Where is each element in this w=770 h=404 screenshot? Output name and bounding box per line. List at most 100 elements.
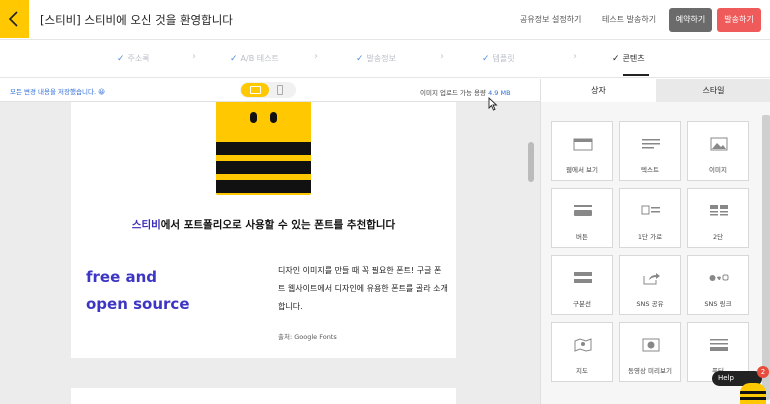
step-navigation: ✓ 주소록 › ✓ A/B 테스트 › ✓ 발송정보 › ✓ 템플릿 › ✓ 콘텐츠 [0, 40, 770, 78]
mouse-cursor-icon [488, 97, 498, 111]
two-column-icon [710, 205, 728, 216]
check-icon: ✓ [612, 54, 620, 64]
email-next-block[interactable] [71, 388, 456, 404]
tab-style[interactable]: 스타일 [656, 79, 770, 102]
step-label: 템플릿 [492, 54, 515, 63]
headline-brand: 스티비 [131, 219, 161, 231]
source-text[interactable]: 출처: Google Fonts [278, 331, 337, 341]
autosave-text: 모든 변경 내용을 저장했습니다. [10, 88, 97, 96]
block-panel: 상자 스타일 웹에서 보기 텍스트 이미지 버튼 1단 가로 2단 구분선 SN… [540, 79, 770, 404]
smile-icon: 😀 [98, 88, 105, 96]
block-divider[interactable]: 구분선 [551, 255, 613, 315]
step-label: 콘텐츠 [622, 54, 645, 63]
block-label: 버튼 [576, 233, 588, 241]
block-text[interactable]: 텍스트 [619, 121, 681, 181]
check-icon: ✓ [117, 54, 125, 64]
test-send-link[interactable]: 테스트 발송하기 [602, 14, 656, 25]
sns-link-icon [709, 274, 729, 281]
share-icon [643, 273, 660, 285]
step-address-book[interactable]: ✓ 주소록 [117, 53, 150, 64]
chevron-right-icon: › [573, 51, 577, 62]
monitor-icon [250, 86, 261, 94]
step-ab-test[interactable]: ✓ A/B 테스트 [230, 53, 279, 64]
image-icon [710, 137, 728, 151]
bee-eye [270, 112, 277, 123]
description-text[interactable]: 디자인 이미지를 만들 때 꼭 필요한 폰트! 구글 폰트 웹사이트에서 디자인… [278, 262, 448, 316]
video-icon [642, 338, 660, 352]
panel-tabs: 상자 스타일 [541, 79, 770, 102]
footer-icon [710, 339, 728, 351]
button-icon [574, 205, 592, 216]
bee-stripe [216, 142, 311, 155]
heading-line: open source [86, 295, 190, 313]
canvas-scrollbar[interactable] [528, 142, 534, 182]
email-body[interactable]: 스티비에서 포트폴리오로 사용할 수 있는 폰트를 추천합니다 free and… [71, 102, 456, 358]
page-title: [스티비] 스티비에 오신 것을 환영합니다 [40, 13, 233, 27]
chevron-right-icon: › [440, 51, 444, 62]
bee-mascot-icon[interactable] [740, 383, 766, 404]
block-label: 1단 가로 [637, 233, 663, 241]
device-toggle[interactable] [240, 82, 296, 98]
block-label: 지도 [576, 367, 588, 375]
block-label: 동영상 미리보기 [628, 367, 672, 375]
webview-icon [573, 138, 593, 151]
upload-quota: 이미지 업로드 가능 용량 4.9 MB [420, 87, 511, 97]
mobile-view-icon[interactable] [277, 85, 283, 95]
text-icon [642, 139, 660, 149]
editor-toolbar: 모든 변경 내용을 저장했습니다. 😀 이미지 업로드 가능 용량 4.9 MB [0, 79, 540, 102]
heading-line: free and [86, 268, 158, 286]
quota-label: 이미지 업로드 가능 용량 [420, 89, 486, 97]
content-headline[interactable]: 스티비에서 포트폴리오로 사용할 수 있는 폰트를 추천합니다 [71, 217, 456, 232]
free-open-source-heading[interactable]: free and open source [86, 264, 190, 318]
top-bar: [스티비] 스티비에 오신 것을 환영합니다 공유정보 설정하기 테스트 발송하… [0, 0, 770, 40]
check-icon: ✓ [356, 54, 364, 64]
step-label: A/B 테스트 [240, 54, 279, 63]
notification-badge: 2 [757, 366, 769, 378]
chevron-left-icon [8, 11, 18, 27]
step-send-info[interactable]: ✓ 발송정보 [356, 53, 396, 64]
bee-stripe [740, 397, 766, 400]
bee-stripe [740, 391, 766, 394]
block-video[interactable]: 동영상 미리보기 [619, 322, 681, 382]
block-label: 구분선 [573, 300, 591, 308]
schedule-button[interactable]: 예약하기 [669, 8, 712, 32]
chevron-right-icon: › [192, 51, 196, 62]
block-sns-link[interactable]: SNS 링크 [687, 255, 749, 315]
step-template[interactable]: ✓ 템플릿 [482, 53, 515, 64]
panel-scrollbar[interactable] [762, 115, 770, 400]
active-step-indicator [623, 74, 649, 76]
desktop-view-button[interactable] [241, 83, 269, 97]
step-content[interactable]: ✓ 콘텐츠 [612, 53, 645, 64]
image-text-icon [641, 205, 660, 215]
quota-value: 4.9 MB [488, 89, 511, 97]
block-image[interactable]: 이미지 [687, 121, 749, 181]
map-icon [574, 338, 592, 352]
check-icon: ✓ [482, 54, 490, 64]
block-two-column[interactable]: 2단 [687, 188, 749, 248]
block-label: SNS 공유 [636, 300, 664, 308]
block-label: 웹에서 보기 [566, 166, 598, 174]
bee-eye [250, 112, 257, 123]
bee-stripe [216, 161, 311, 174]
bee-stripe [216, 180, 311, 193]
block-label: 텍스트 [641, 166, 659, 174]
block-webview[interactable]: 웹에서 보기 [551, 121, 613, 181]
share-settings-link[interactable]: 공유정보 설정하기 [520, 14, 581, 25]
send-button[interactable]: 발송하기 [717, 8, 761, 32]
headline-text: 에서 포트폴리오로 사용할 수 있는 폰트를 추천합니다 [160, 219, 396, 231]
block-sns-share[interactable]: SNS 공유 [619, 255, 681, 315]
step-label: 발송정보 [366, 54, 396, 63]
tab-blocks[interactable]: 상자 [541, 79, 656, 102]
check-icon: ✓ [230, 54, 238, 64]
block-map[interactable]: 지도 [551, 322, 613, 382]
divider-icon [574, 272, 592, 283]
autosave-status: 모든 변경 내용을 저장했습니다. 😀 [10, 86, 105, 96]
block-button[interactable]: 버튼 [551, 188, 613, 248]
chevron-right-icon: › [314, 51, 318, 62]
block-image-text[interactable]: 1단 가로 [619, 188, 681, 248]
block-label: 2단 [712, 233, 724, 241]
back-button[interactable] [0, 0, 29, 38]
block-label: SNS 링크 [704, 300, 732, 308]
email-canvas[interactable]: 스티비에서 포트폴리오로 사용할 수 있는 폰트를 추천합니다 free and… [0, 102, 540, 404]
bee-illustration [216, 102, 311, 195]
